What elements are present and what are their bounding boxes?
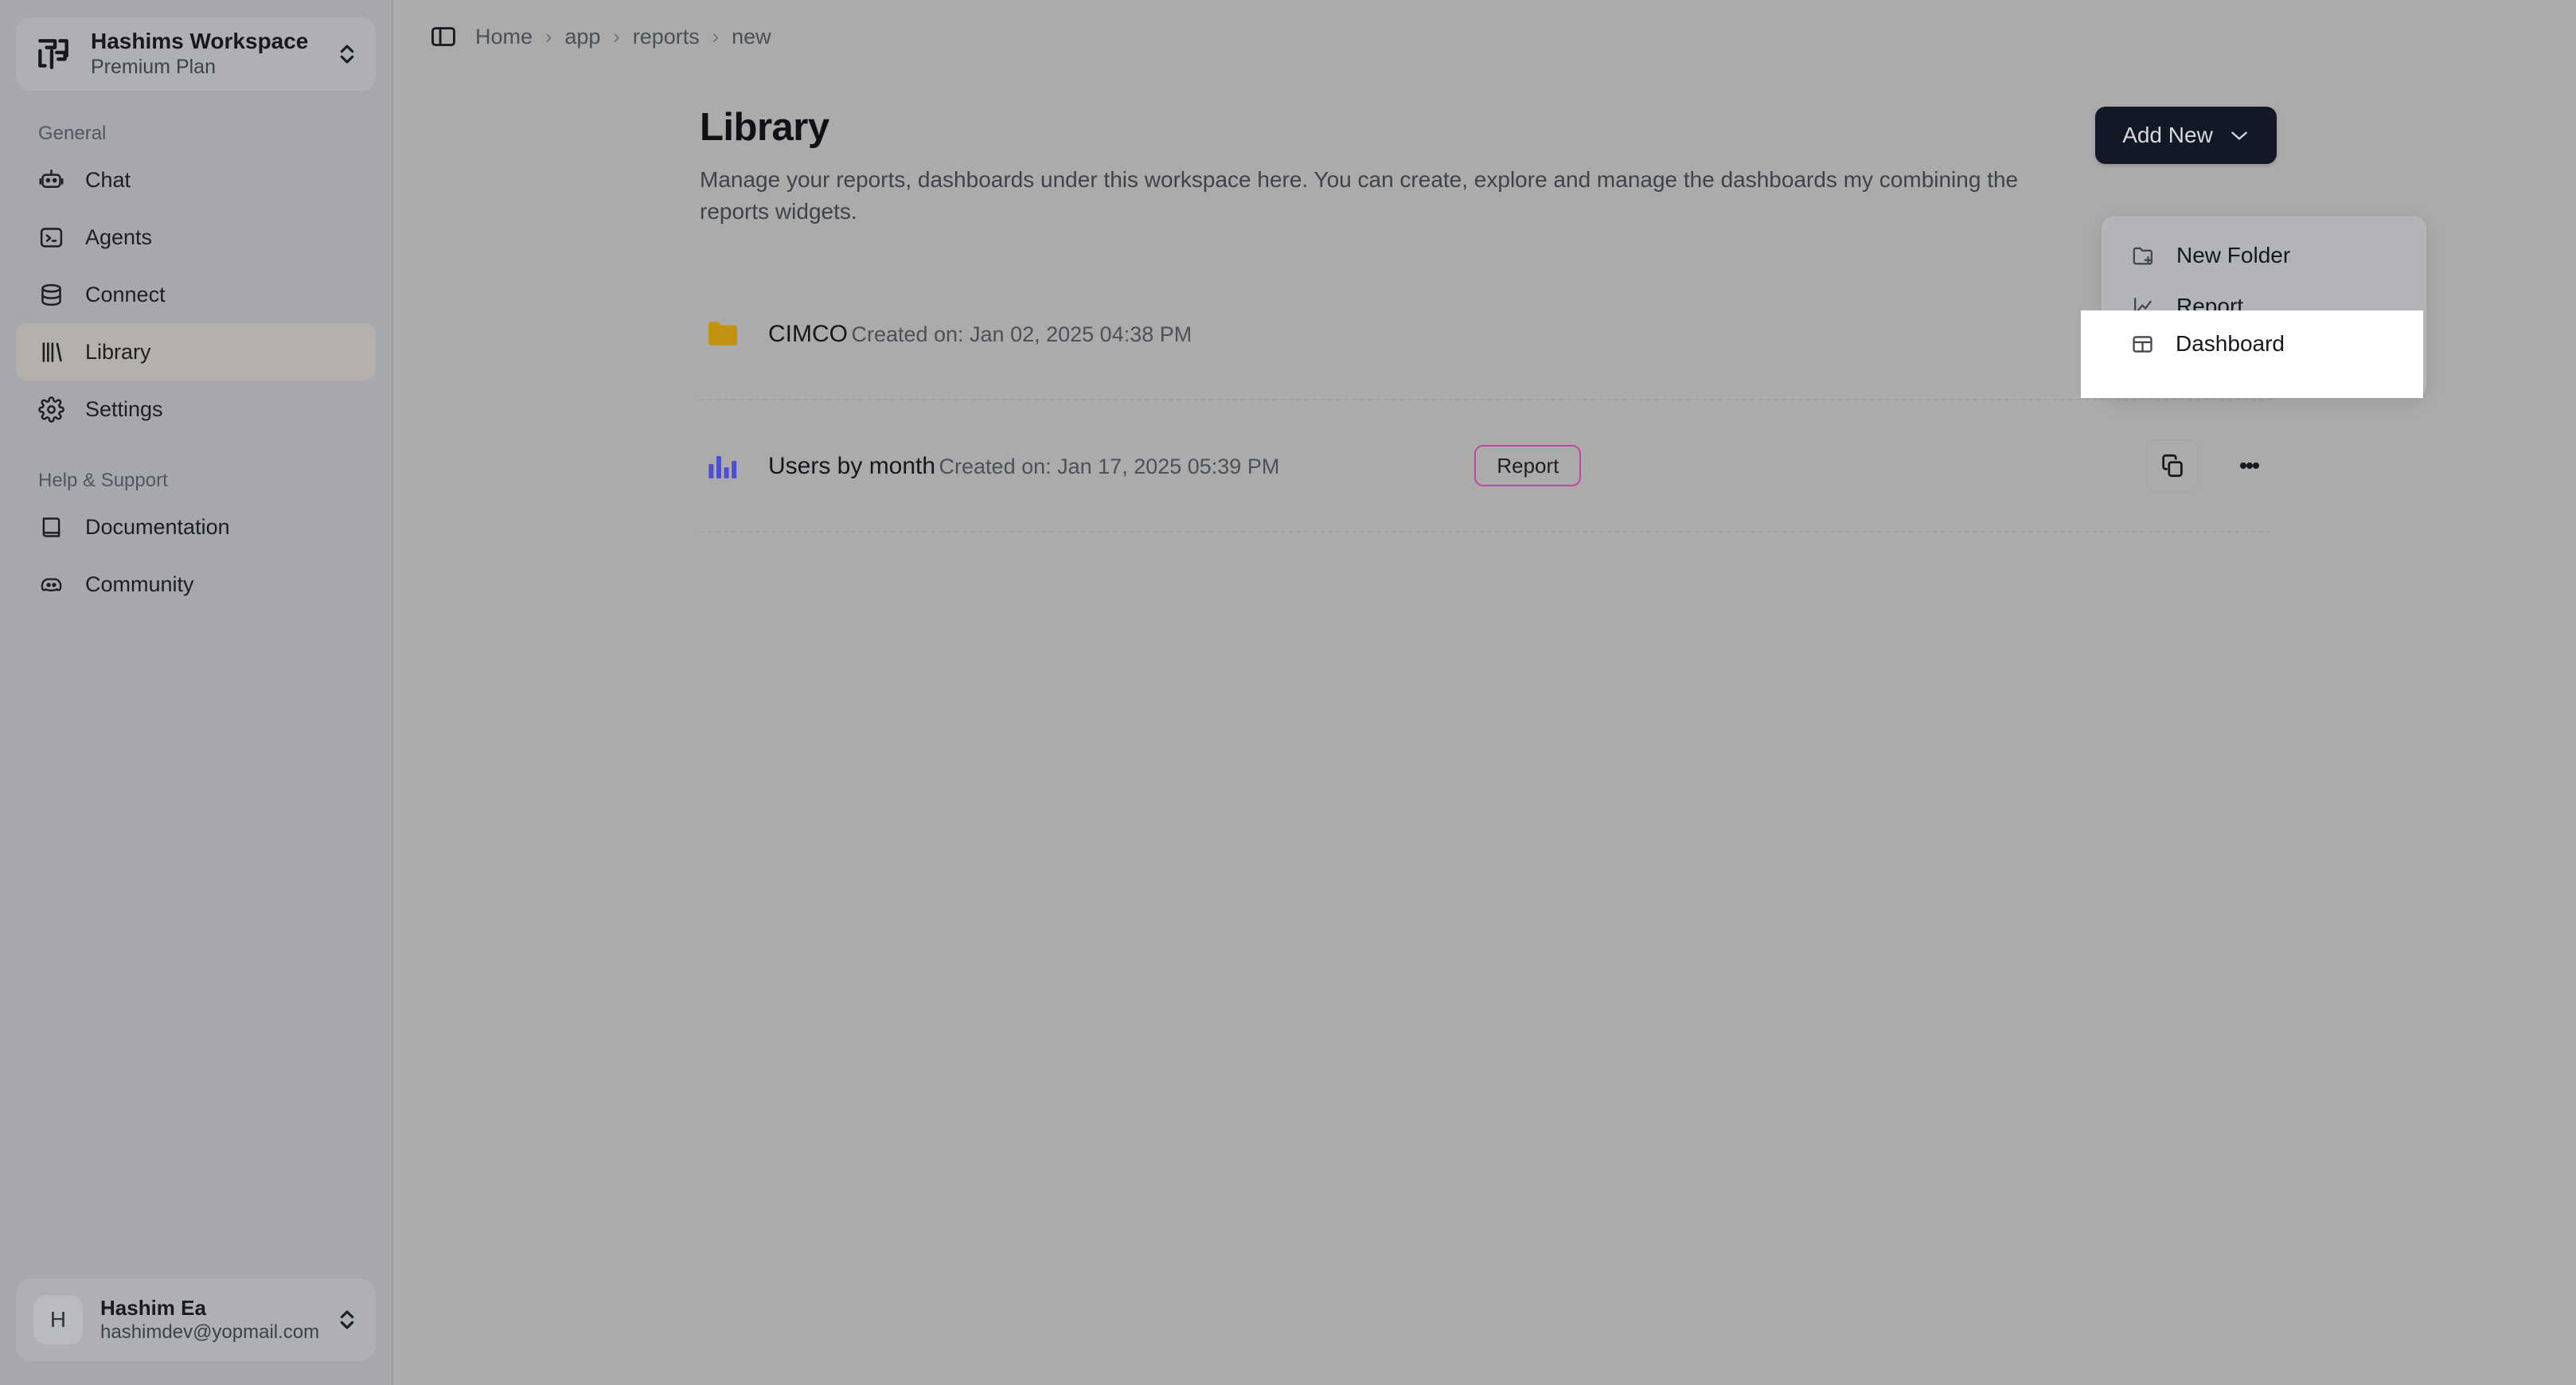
sidebar-item-community[interactable]: Community — [16, 556, 376, 613]
copy-icon[interactable] — [2146, 439, 2199, 492]
user-text: Hashim Ea hashimdev@yopmail.com — [100, 1295, 320, 1345]
sidebar-item-label: Connect — [85, 282, 166, 306]
breadcrumb-item-reports[interactable]: reports — [633, 25, 700, 49]
sidebar-item-agents[interactable]: Agents — [16, 209, 376, 266]
gear-icon — [38, 396, 64, 423]
sidebar-item-label: Community — [85, 572, 194, 596]
sidebar-item-label: Library — [85, 339, 151, 364]
workspace-name: Hashims Workspace — [91, 29, 309, 54]
bot-icon — [38, 167, 64, 193]
book-icon — [38, 514, 64, 540]
page-header: Library Manage your reports, dashboards … — [700, 105, 2069, 228]
main-content: Library Manage your reports, dashboards … — [393, 73, 2576, 1385]
row-created-on: Created on: Jan 17, 2025 05:39 PM — [939, 454, 1280, 478]
add-new-label: Add New — [2122, 123, 2213, 147]
menu-item-new-folder[interactable]: New Folder — [2102, 230, 2426, 281]
workspace-plan: Premium Plan — [91, 56, 216, 79]
library-list: CIMCO Created on: Jan 02, 2025 04:38 PM … — [700, 268, 2272, 533]
row-name: CIMCO — [768, 320, 848, 347]
chevron-up-down-icon[interactable] — [336, 38, 358, 70]
sidebar-item-library[interactable]: Library — [16, 323, 376, 380]
folder-plus-icon — [2131, 244, 2156, 268]
sidebar-item-documentation[interactable]: Documentation — [16, 498, 376, 556]
topbar: Home › app › reports › new — [393, 0, 2576, 73]
breadcrumb-item-new[interactable]: new — [732, 25, 771, 49]
breadcrumb-item-home[interactable]: Home — [475, 25, 533, 49]
sidebar-item-chat[interactable]: Chat — [16, 151, 376, 209]
sidebar-item-settings[interactable]: Settings — [16, 380, 376, 438]
sidebar: Hashims Workspace Premium Plan General C… — [0, 0, 393, 1385]
sidebar-item-label: Agents — [85, 224, 153, 249]
sidebar-item-label: Documentation — [85, 514, 230, 539]
row-name: Users by month — [768, 452, 936, 479]
app-root: Hashims Workspace Premium Plan General C… — [0, 0, 2576, 1385]
table-row[interactable]: CIMCO Created on: Jan 02, 2025 04:38 PM — [700, 268, 2272, 400]
row-created-on: Created on: Jan 02, 2025 04:38 PM — [851, 322, 1192, 346]
sidebar-section-help-label: Help & Support — [38, 470, 168, 491]
breadcrumb: Home › app › reports › new — [475, 25, 771, 49]
breadcrumb-separator: › — [545, 25, 552, 48]
sidebar-item-label: Chat — [85, 167, 131, 192]
discord-icon — [38, 572, 64, 598]
sidebar-nav-help: Documentation Community — [0, 498, 392, 613]
user-account-switcher[interactable]: H Hashim Ea hashimdev@yopmail.com — [16, 1278, 376, 1361]
sidebar-nav-general: Chat Agents Connect Library Settings — [0, 151, 392, 438]
badge-slot: Report — [1474, 445, 1582, 486]
chevron-up-down-icon[interactable] — [336, 1304, 358, 1336]
menu-item-label: New Folder — [2176, 243, 2291, 267]
breadcrumb-separator: › — [712, 25, 720, 48]
library-icon — [38, 339, 64, 365]
avatar: H — [33, 1295, 83, 1344]
user-name: Hashim Ea — [100, 1295, 206, 1320]
database-icon — [38, 282, 64, 308]
row-text: CIMCO Created on: Jan 02, 2025 04:38 PM — [768, 318, 1192, 349]
folder-icon — [704, 314, 742, 353]
sidebar-item-label: Settings — [85, 396, 163, 421]
table-row[interactable]: Users by month Created on: Jan 17, 2025 … — [700, 400, 2272, 533]
terminal-square-icon — [38, 224, 64, 251]
chevron-down-icon — [2229, 129, 2250, 142]
row-actions — [2146, 439, 2272, 492]
more-vertical-icon[interactable] — [2227, 439, 2272, 492]
workspace-switcher[interactable]: Hashims Workspace Premium Plan — [16, 18, 376, 91]
page-description: Manage your reports, dashboards under th… — [700, 167, 2019, 224]
breadcrumb-separator: › — [613, 25, 620, 48]
highlight-spotlight-band — [2081, 310, 2423, 398]
row-text: Users by month Created on: Jan 17, 2025 … — [768, 451, 1279, 482]
user-email: hashimdev@yopmail.com — [100, 1321, 320, 1344]
panel-left-icon[interactable] — [429, 22, 458, 51]
add-new-wrap: Add New — [2095, 107, 2277, 164]
status-badge: Report — [1474, 445, 1582, 486]
workspace-text: Hashims Workspace Premium Plan — [91, 28, 318, 80]
sidebar-item-connect[interactable]: Connect — [16, 266, 376, 323]
bar-chart-icon — [704, 447, 742, 485]
add-new-button[interactable]: Add New — [2095, 107, 2277, 164]
workspace-logo-icon — [33, 34, 73, 74]
sidebar-section-general-label: General — [38, 123, 107, 144]
breadcrumb-item-app[interactable]: app — [564, 25, 600, 49]
page-title: Library — [700, 106, 829, 149]
